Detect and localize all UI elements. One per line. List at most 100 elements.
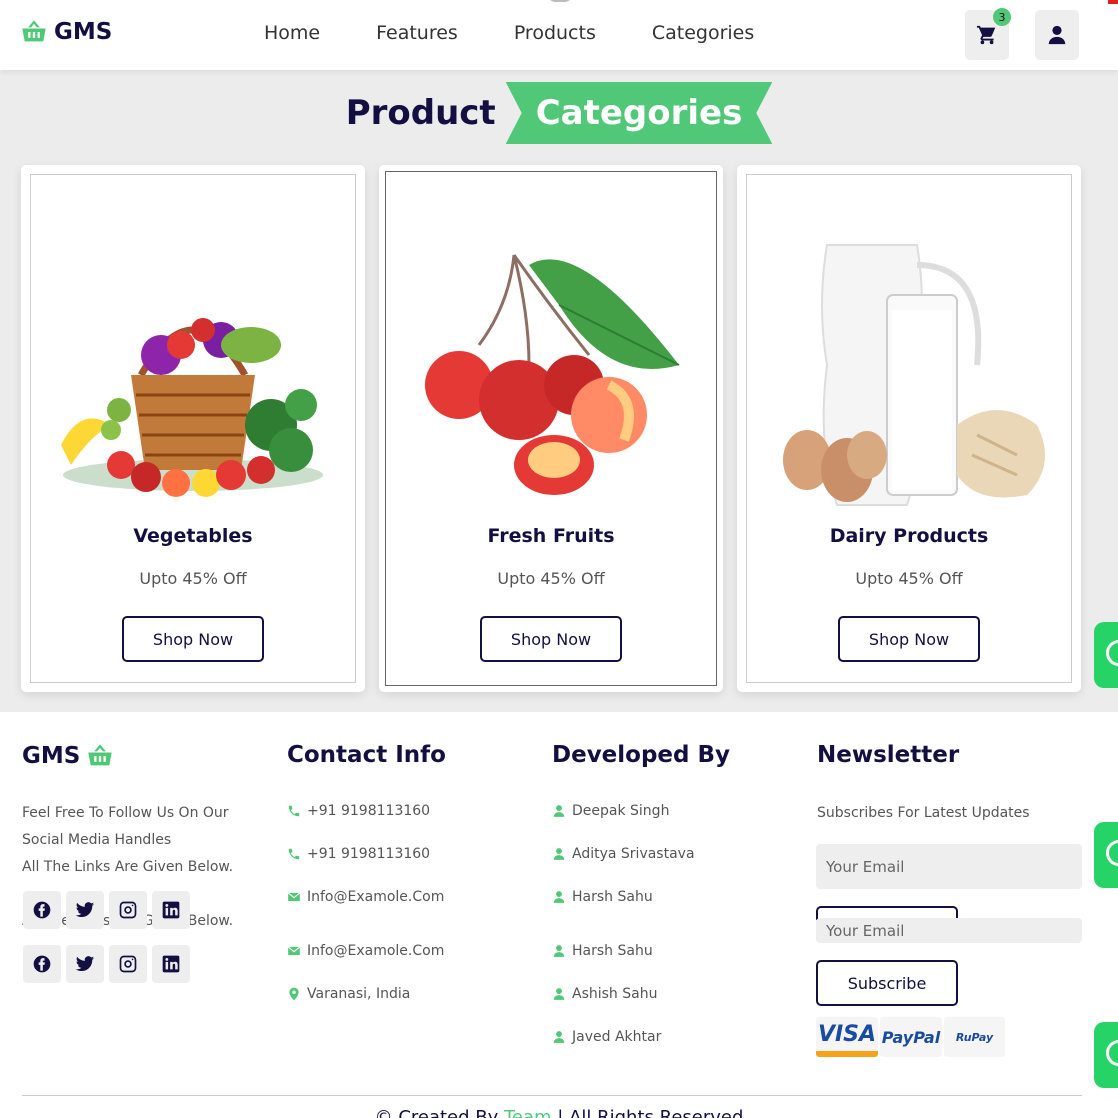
envelope-icon [287,944,301,958]
corner-mark [1108,0,1118,4]
scroll-indicator [546,0,574,2]
whatsapp-button[interactable] [1094,1022,1118,1088]
linkedin-icon [162,901,180,919]
category-title: Vegetables [133,525,253,547]
nav-features[interactable]: Features [376,22,458,44]
map-pin-icon [287,987,301,1001]
cart-icon [976,25,996,45]
team-link[interactable]: Team [504,1107,552,1118]
whatsapp-button[interactable] [1094,622,1118,688]
user-icon [552,944,566,958]
developer-item[interactable]: Harsh Sahu [552,943,653,959]
shop-now-button[interactable]: Shop Now [838,616,980,662]
instagram-link[interactable] [109,891,147,929]
footer-brand: GMS [22,743,81,769]
nav-home[interactable]: Home [264,22,320,44]
contact-email[interactable]: Info@Examole.Com [287,889,444,905]
developer-item[interactable]: Aditya Srivastava [552,846,695,862]
developer-item[interactable]: Javed Akhtar [552,1029,661,1045]
twitter-link[interactable] [66,891,104,929]
contact-title: Contact Info [287,742,446,768]
email-input-ghost[interactable] [816,918,1082,943]
user-icon [552,987,566,1001]
footer: GMS Feel Free To Follow Us On Our Social… [0,712,1118,1118]
category-discount: Upto 45% Off [855,569,963,588]
rupay-logo: RuPay [944,1017,1005,1057]
category-discount: Upto 45% Off [497,569,605,588]
newsletter-title: Newsletter [817,742,960,768]
twitter-link[interactable] [66,945,104,983]
user-icon [552,847,566,861]
cart-button[interactable]: 3 [965,8,1011,60]
copyright: © Created By Team | All Rights Reserved [0,1107,1118,1118]
linkedin-icon [162,955,180,973]
about-text-line: Feel Free To Follow Us On Our [22,805,229,821]
footer-about: GMS [22,742,114,770]
facebook-link[interactable] [23,891,61,929]
paypal-logo: PayPal [880,1017,942,1057]
user-icon [552,890,566,904]
whatsapp-icon [1106,840,1118,866]
whatsapp-icon [1106,640,1118,666]
footer-developers: Developed By [552,742,730,768]
category-card-fruits: Fresh Fruits Upto 45% Off Shop Now [379,165,723,692]
about-text-line: All The Links Are Given Below. [22,859,234,875]
developer-item[interactable]: Ashish Sahu [552,986,657,1002]
header: GMS Home Features Products Categories 3 [0,0,1118,70]
basket-icon [88,744,113,766]
cherries-image [425,254,680,495]
heading-highlight: Categories [505,82,773,144]
contact-phone[interactable]: +91 9198113160 [287,803,430,819]
shop-now-button[interactable]: Shop Now [122,616,264,662]
footer-newsletter: Newsletter [817,742,959,768]
whatsapp-icon [1106,1040,1118,1066]
developers-title: Developed By [552,742,731,768]
shop-now-button[interactable]: Shop Now [480,616,622,662]
user-icon [552,1030,566,1044]
phone-icon [287,847,301,861]
facebook-icon [33,901,51,919]
phone-icon [287,804,301,818]
contact-phone[interactable]: +91 9198113160 [287,846,430,862]
email-input[interactable] [816,844,1082,889]
section-heading: Product Categories [0,82,1118,144]
contact-email[interactable]: Info@Examole.Com [287,943,444,959]
user-button[interactable] [1035,10,1079,60]
milk-eggs-bread-image [783,244,1045,506]
vegetable-basket-image [61,318,323,497]
visa-logo: VISA [816,1017,878,1057]
facebook-icon [33,955,51,973]
category-card-vegetables: Vegetables Upto 45% Off Shop Now [21,165,365,692]
nav-products[interactable]: Products [514,22,596,44]
cart-count-badge: 3 [993,8,1011,26]
whatsapp-button[interactable] [1094,822,1118,888]
linkedin-link[interactable] [152,891,190,929]
instagram-icon [119,901,137,919]
brand-logo[interactable]: GMS [20,18,112,46]
footer-contact: Contact Info [287,742,446,768]
linkedin-link[interactable] [152,945,190,983]
basket-icon [22,20,46,42]
heading-plain: Product [345,93,496,133]
envelope-icon [287,890,301,904]
twitter-icon [75,956,95,971]
facebook-link[interactable] [23,945,61,983]
developer-item[interactable]: Deepak Singh [552,803,669,819]
contact-location[interactable]: Varanasi, India [287,986,410,1002]
category-card-dairy: Dairy Products Upto 45% Off Shop Now [737,165,1081,692]
twitter-icon [75,902,95,917]
developer-item[interactable]: Harsh Sahu [552,889,653,905]
category-discount: Upto 45% Off [139,569,247,588]
brand-name: GMS [54,19,113,45]
user-icon [552,804,566,818]
user-icon [1048,25,1066,45]
nav-categories[interactable]: Categories [652,22,754,44]
instagram-link[interactable] [109,945,147,983]
subscribe-button[interactable]: Subscribe [816,960,958,1006]
category-title: Fresh Fruits [487,525,615,547]
main-nav: Home Features Products Categories [264,22,754,44]
category-title: Dairy Products [829,525,989,547]
instagram-icon [119,955,137,973]
newsletter-text: Subscribes For Latest Updates [817,805,1030,821]
footer-divider [22,1095,1082,1096]
